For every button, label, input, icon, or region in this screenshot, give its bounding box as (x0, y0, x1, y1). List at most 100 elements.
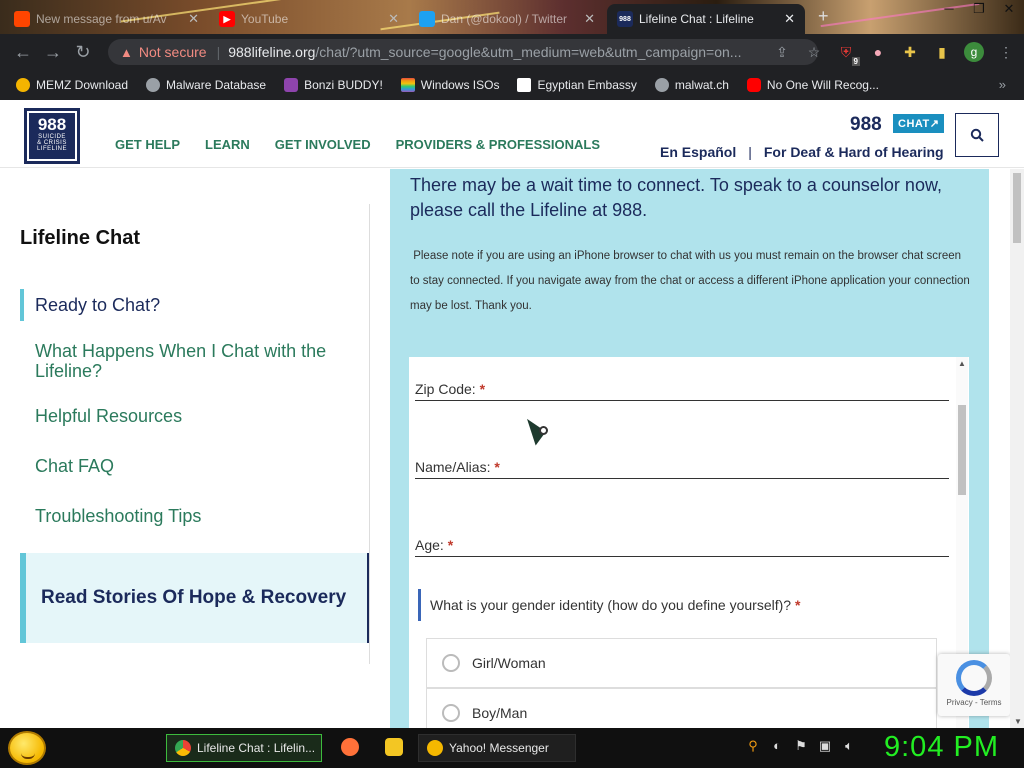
window-controls: ─ ❐ ✕ (934, 0, 1024, 20)
nav-providers[interactable]: PROVIDERS & PROFESSIONALS (396, 137, 600, 152)
tab-twitter[interactable]: Dan (@dokool) / Twitter ✕ (409, 4, 605, 34)
bookmark-youtube[interactable]: No One Will Recog... (746, 78, 879, 92)
start-smiley-button[interactable] (8, 731, 46, 765)
nav-learn[interactable]: LEARN (205, 137, 250, 152)
sidebar-title: Lifeline Chat (20, 227, 141, 249)
close-icon[interactable]: ✕ (388, 11, 399, 27)
zip-code-field[interactable]: Zip Code: * (415, 381, 949, 401)
puzzle-extensions-icon[interactable]: ✚ (900, 42, 920, 62)
chat-intake-form: Zip Code: * Name/Alias: * Age: * What is… (409, 357, 969, 728)
new-tab-button[interactable]: + (818, 6, 829, 27)
close-icon[interactable]: ✕ (584, 11, 595, 27)
close-icon[interactable]: ✕ (188, 11, 199, 27)
scroll-thumb[interactable] (958, 405, 966, 495)
flag-icon[interactable]: ⚑ (792, 738, 810, 756)
network-icon[interactable]: ▣ (816, 738, 834, 756)
share-icon[interactable]: ⇪ (772, 42, 792, 62)
bookmark-memz[interactable]: MEMZ Download (16, 78, 128, 92)
bookmark-malwatch[interactable]: malwat.ch (654, 78, 729, 92)
link-deaf-hard-of-hearing[interactable]: For Deaf & Hard of Hearing (764, 144, 944, 160)
name-alias-field[interactable]: Name/Alias: * (415, 459, 949, 479)
reload-icon[interactable]: ↻ (68, 42, 98, 63)
link-espanol[interactable]: En Español (660, 144, 736, 160)
stories-of-hope-link[interactable]: Read Stories Of Hope & Recovery (20, 553, 369, 643)
sidebar-item-what-happens[interactable]: What Happens When I Chat with the Lifeli… (20, 341, 350, 381)
forward-icon[interactable]: → (38, 42, 68, 63)
security-label: Not secure (138, 44, 207, 60)
folder-icon[interactable] (385, 738, 403, 756)
messenger-icon[interactable]: ◐ (768, 738, 786, 756)
gender-question: What is your gender identity (how do you… (418, 589, 938, 621)
firefox-icon[interactable] (341, 738, 359, 756)
bookmark-windows-isos[interactable]: Windows ISOs (400, 78, 499, 92)
system-tray: ⚲ ◐ ⚑ ▣ 🔈︎ (744, 738, 858, 756)
chat-badge[interactable]: CHAT↗ (893, 114, 945, 133)
search-button[interactable] (955, 113, 999, 157)
brand-988[interactable]: 988 (850, 114, 882, 136)
task-lifeline-chat[interactable]: Lifeline Chat : Lifelin... (166, 734, 322, 762)
taskbar: Lifeline Chat : Lifelin... Yahoo! Messen… (0, 728, 1024, 768)
search-icon (970, 128, 984, 142)
globe-icon (654, 78, 669, 92)
youtube-icon (746, 78, 761, 92)
extension-badge: 9 (851, 57, 860, 66)
wix-icon (517, 78, 532, 92)
ublock-icon[interactable]: ⛨ 9 (836, 42, 860, 66)
browser-tab-strip: New message from u/Av ✕ ▶ YouTube ✕ Dan … (0, 0, 1024, 34)
language-links: En Español | For Deaf & Hard of Hearing (660, 144, 944, 160)
tab-title: New message from u/Av (36, 12, 167, 26)
bookmark-bonzi[interactable]: Bonzi BUDDY! (284, 78, 383, 92)
bookmark-malware-db[interactable]: Malware Database (146, 78, 266, 92)
site-logo[interactable]: 988 SUICIDE & CRISIS LIFELINE (24, 108, 80, 164)
scroll-down-icon[interactable]: ▼ (1014, 717, 1022, 726)
bookmark-icon (16, 78, 30, 92)
browser-toolbar: ← → ↻ ▲ Not secure | 988lifeline.org /ch… (0, 34, 1024, 70)
gender-option-boy-man[interactable]: Boy/Man (426, 688, 937, 728)
sidebar-item-helpful-resources[interactable]: Helpful Resources (20, 406, 197, 426)
minimize-icon[interactable]: ─ (934, 0, 964, 20)
clock[interactable]: 9:04 PM (884, 731, 999, 764)
search-icon[interactable]: ⚲ (744, 738, 762, 756)
reddit-icon (14, 11, 30, 27)
page-scrollbar[interactable]: ▼ (1010, 169, 1024, 728)
recaptcha-badge[interactable]: Privacy - Terms (938, 654, 1010, 716)
flag-extension-icon[interactable]: ● (868, 42, 888, 62)
sidebar-item-chat-faq[interactable]: Chat FAQ (20, 456, 129, 476)
sidepanel-icon[interactable]: ▮ (932, 42, 952, 62)
sidebar-item-ready-to-chat[interactable]: Ready to Chat? (20, 289, 175, 321)
bookmarks-overflow[interactable]: » (999, 77, 1006, 92)
profile-avatar[interactable]: g (964, 42, 984, 62)
tab-title: Dan (@dokool) / Twitter (441, 12, 568, 26)
close-window-icon[interactable]: ✕ (994, 0, 1024, 20)
age-field[interactable]: Age: * (415, 537, 949, 557)
tab-youtube[interactable]: ▶ YouTube ✕ (209, 4, 409, 34)
scroll-up-icon[interactable]: ▲ (958, 359, 966, 368)
scroll-thumb[interactable] (1013, 173, 1021, 243)
url-path: /chat/?utm_source=google&utm_medium=web&… (315, 44, 742, 60)
chrome-icon (175, 740, 191, 756)
sidebar-item-troubleshooting[interactable]: Troubleshooting Tips (20, 506, 216, 526)
tab-title: YouTube (241, 12, 289, 26)
warning-icon: ▲ (120, 44, 133, 60)
back-icon[interactable]: ← (8, 42, 38, 63)
radio-button[interactable] (442, 654, 460, 672)
iphone-note: 󠀠 Please note if you are using an iPhone… (410, 250, 970, 312)
close-icon[interactable]: ✕ (784, 11, 795, 27)
bookmark-egyptian-embassy[interactable]: Egyptian Embassy (517, 78, 637, 92)
nav-get-involved[interactable]: GET INVOLVED (275, 137, 371, 152)
menu-kebab-icon[interactable]: ⋮ (996, 42, 1016, 62)
task-yahoo-messenger[interactable]: Yahoo! Messenger (418, 734, 576, 762)
nav-get-help[interactable]: GET HELP (115, 137, 180, 152)
gender-option-girl-woman[interactable]: Girl/Woman (426, 638, 937, 688)
bookmarks-bar: MEMZ Download Malware Database Bonzi BUD… (0, 70, 1024, 100)
address-bar[interactable]: ▲ Not secure | 988lifeline.org /chat/?ut… (108, 39, 818, 65)
yahoo-smiley-icon (427, 740, 443, 756)
radio-button[interactable] (442, 704, 460, 722)
volume-icon[interactable]: 🔈︎ (840, 738, 858, 756)
globe-icon (146, 78, 161, 92)
tab-lifeline-chat[interactable]: 988 Lifeline Chat : Lifeline ✕ (607, 4, 805, 34)
bookmark-star-icon[interactable]: ☆ (804, 42, 824, 62)
tab-reddit[interactable]: New message from u/Av ✕ (4, 4, 209, 34)
tab-title: Lifeline Chat : Lifeline (639, 12, 754, 26)
maximize-icon[interactable]: ❐ (964, 0, 994, 20)
